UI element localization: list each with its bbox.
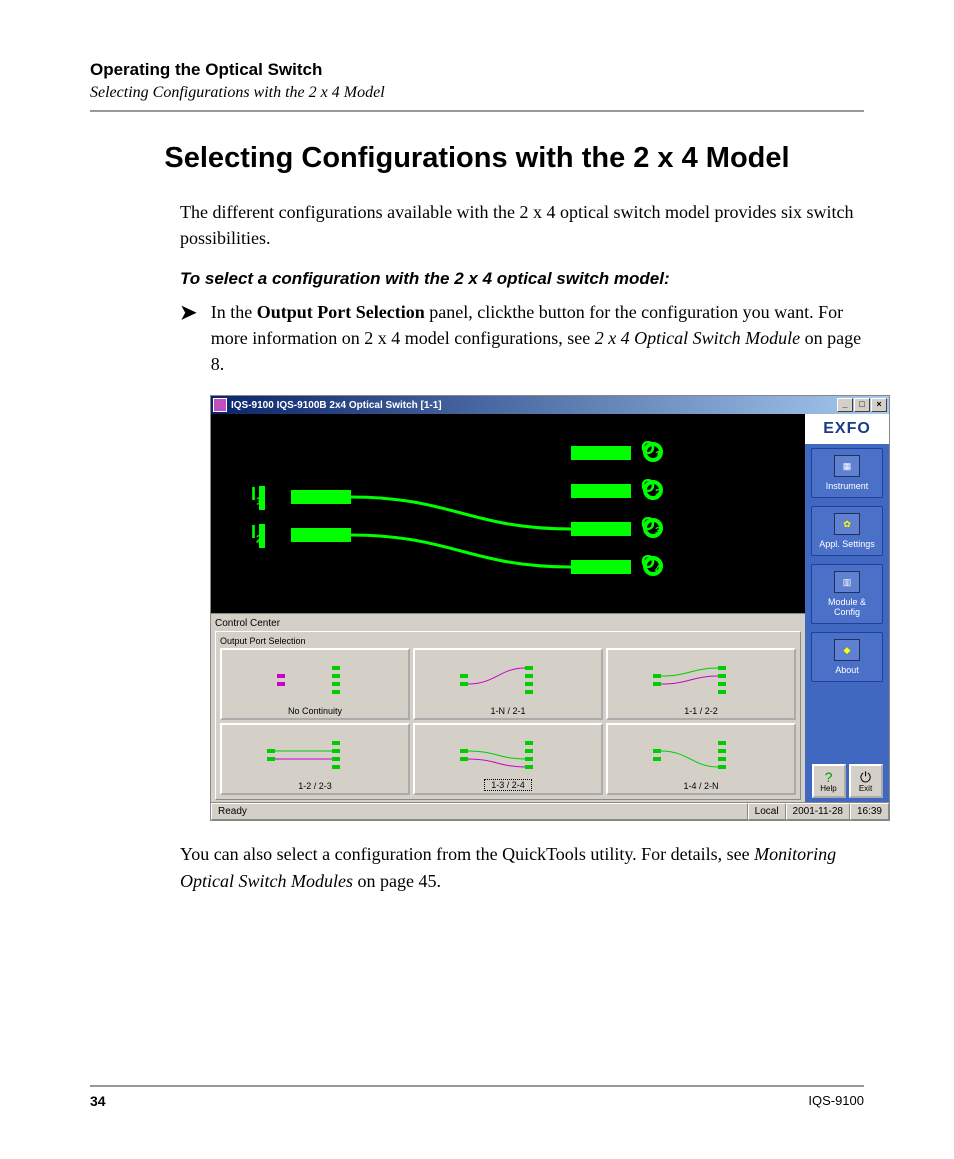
output-port-selection-label: Output Port Selection xyxy=(220,636,796,646)
sidebar-instrument[interactable]: ▦Instrument xyxy=(811,448,883,498)
header-rule xyxy=(90,110,864,112)
sidebar-module-config[interactable]: ▥Module & Config xyxy=(811,564,883,624)
sidebar-about[interactable]: ◆About xyxy=(811,632,883,682)
intro-paragraph: The different configurations available w… xyxy=(180,199,864,251)
output-port-selection-panel: Output Port Selection No Continuity xyxy=(215,631,801,800)
about-icon: ◆ xyxy=(834,639,860,661)
brand-logo: EXFO xyxy=(805,414,889,444)
help-icon: ? xyxy=(825,770,833,784)
status-bar: Ready Local 2001-11-28 16:39 xyxy=(211,802,889,820)
window-titlebar: IQS-9100 IQS-9100B 2x4 Optical Switch [1… xyxy=(211,396,889,414)
config-button-1[interactable]: 1-N / 2-1 xyxy=(413,648,603,720)
app-icon xyxy=(213,398,227,412)
status-date: 2001-11-28 xyxy=(786,803,850,820)
step-text-1: In the xyxy=(211,302,257,322)
app-screenshot: IQS-9100 IQS-9100B 2x4 Optical Switch [1… xyxy=(210,395,890,821)
sidebar: EXFO ▦Instrument ✿Appl. Settings ▥Module… xyxy=(805,414,889,802)
step-text-bold: Output Port Selection xyxy=(257,302,425,322)
page-number: 34 xyxy=(90,1093,106,1109)
minimize-button[interactable]: _ xyxy=(837,398,853,412)
module-icon: ▥ xyxy=(834,571,860,593)
window-title: IQS-9100 IQS-9100B 2x4 Optical Switch [1… xyxy=(231,400,836,411)
config-button-no-continuity[interactable]: No Continuity xyxy=(220,648,410,720)
procedure-heading: To select a configuration with the 2 x 4… xyxy=(180,269,864,289)
status-ready: Ready xyxy=(211,803,748,820)
maximize-button[interactable]: □ xyxy=(854,398,870,412)
help-button[interactable]: ?Help xyxy=(812,764,846,798)
step-text-ref: 2 x 4 Optical Switch Module xyxy=(595,328,800,348)
config-button-5[interactable]: 1-4 / 2-N xyxy=(606,723,796,795)
footer-rule xyxy=(90,1085,864,1087)
instrument-icon: ▦ xyxy=(834,455,860,477)
status-time: 16:39 xyxy=(850,803,889,820)
exit-button[interactable]: ⏻Exit xyxy=(849,764,883,798)
page-footer: 34 IQS-9100 xyxy=(90,1085,864,1109)
switch-diagram: I1 I2 O1 O2 O3 xyxy=(211,414,805,614)
header-section: Operating the Optical Switch xyxy=(90,60,864,80)
header-subsection: Selecting Configurations with the 2 x 4 … xyxy=(90,84,864,102)
settings-icon: ✿ xyxy=(834,513,860,535)
control-center-label: Control Center xyxy=(215,618,801,629)
outro-paragraph: You can also select a configuration from… xyxy=(180,841,864,893)
bullet-arrow-icon: ➤ xyxy=(180,299,197,377)
power-icon: ⏻ xyxy=(860,770,871,784)
control-center-panel: Control Center Output Port Selection No … xyxy=(211,614,805,802)
path-lines xyxy=(211,414,805,613)
page-title: Selecting Configurations with the 2 x 4 … xyxy=(90,142,864,175)
procedure-step: ➤ In the Output Port Selection panel, cl… xyxy=(180,299,864,377)
config-button-3[interactable]: 1-2 / 2-3 xyxy=(220,723,410,795)
footer-model: IQS-9100 xyxy=(808,1093,864,1109)
status-local: Local xyxy=(748,803,786,820)
close-button[interactable]: × xyxy=(871,398,887,412)
config-button-4[interactable]: 1-3 / 2-4 xyxy=(413,723,603,795)
config-button-2[interactable]: 1-1 / 2-2 xyxy=(606,648,796,720)
sidebar-appl-settings[interactable]: ✿Appl. Settings xyxy=(811,506,883,556)
